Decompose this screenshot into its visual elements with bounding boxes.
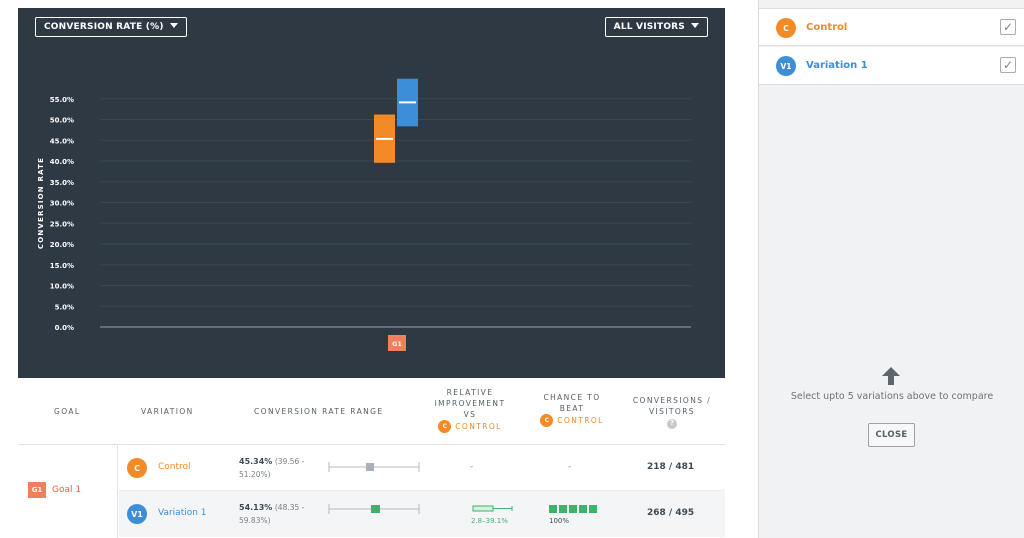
goal-marker-label: G1	[392, 340, 402, 348]
header-chance-reference: C CONTROL	[540, 414, 603, 427]
compare-item-control[interactable]: C Control ✓	[759, 8, 1024, 46]
y-tick-label: 0.0%	[55, 324, 74, 332]
range-bar-variation-1	[328, 504, 420, 514]
header-reference-label: CONTROL	[455, 422, 502, 431]
rate-range-start: (39.56 -	[274, 457, 305, 466]
y-tick-label: 50.0%	[50, 117, 74, 125]
checkbox-variation-1[interactable]: ✓	[1000, 57, 1016, 73]
checkbox-control[interactable]: ✓	[1000, 19, 1016, 35]
header-relative-improvement: RELATIVE IMPROVEMENT VS C CONTROL	[430, 387, 510, 433]
y-tick-label: 45.0%	[50, 137, 74, 145]
metric-dropdown-label: CONVERSION RATE (%)	[44, 22, 164, 32]
table-row-variation-1: V1 Variation 1 54.13% (48.35 - 59.83%) 2…	[119, 491, 725, 537]
goal-badge: G1	[28, 482, 46, 498]
rate-range-start: (48.35 -	[274, 503, 305, 512]
compare-label-variation-1[interactable]: Variation 1	[806, 60, 868, 71]
compare-label-control[interactable]: Control	[806, 22, 847, 33]
variation-name-variation-1[interactable]: Variation 1	[158, 508, 207, 518]
header-improvement-line3: VS	[463, 410, 477, 419]
header-reference-label: CONTROL	[557, 416, 604, 425]
rate-main: 54.13%	[239, 503, 273, 512]
variation-badge: V1	[776, 56, 796, 76]
header-chance-to-beat: CHANCE TO BEAT C CONTROL	[532, 392, 612, 427]
compare-panel: C Control ✓ V1 Variation 1 ✓ Select upto…	[758, 0, 1024, 538]
header-conversions-line1: CONVERSIONS /	[632, 396, 712, 405]
header-improvement-line2: IMPROVEMENT	[434, 399, 506, 408]
compare-hint: Select upto 5 variations above to compar…	[790, 391, 994, 402]
rate-main: 45.34%	[239, 457, 273, 466]
y-tick-label: 10.0%	[50, 283, 74, 291]
header-variation: VARIATION	[141, 407, 194, 416]
caret-down-icon	[169, 23, 178, 28]
y-tick-label: 25.0%	[50, 220, 74, 228]
improvement-variation-1: 2.8–39.1%	[471, 517, 508, 525]
header-chance-line1: CHANCE TO	[543, 393, 601, 402]
y-tick-label: 40.0%	[50, 158, 74, 166]
chance-variation-1: 100%	[549, 517, 570, 525]
conversions-variation-1: 268 / 495	[647, 508, 695, 518]
close-button[interactable]: CLOSE	[868, 423, 915, 447]
segment-dropdown-label: ALL VISITORS	[613, 22, 685, 32]
chance-squares-variation-1	[549, 505, 597, 513]
arrow-up-icon	[882, 367, 900, 385]
control-badge: C	[438, 420, 452, 433]
header-improvement-line1: RELATIVE	[446, 388, 494, 397]
segment-dropdown[interactable]: ALL VISITORS	[604, 17, 708, 37]
control-badge: C	[127, 458, 147, 478]
variation-name-control[interactable]: Control	[158, 462, 191, 472]
y-tick-label: 15.0%	[50, 262, 74, 270]
goal-1[interactable]: G1 Goal 1	[28, 482, 81, 498]
control-badge: C	[540, 414, 554, 427]
header-conversions-visitors: CONVERSIONS / VISITORS ?	[627, 395, 717, 429]
rate-range-end: 59.83%)	[239, 516, 271, 525]
range-bar-control	[328, 462, 420, 472]
goal-label: Goal 1	[52, 485, 82, 495]
compare-item-variation-1[interactable]: V1 Variation 1 ✓	[759, 47, 1024, 85]
header-conversions-line2: VISITORS	[649, 407, 695, 416]
conversions-control: 218 / 481	[647, 462, 695, 472]
help-icon[interactable]: ?	[667, 418, 677, 429]
conversion-rate-control: 45.34% (39.56 - 51.20%)	[239, 455, 321, 481]
header-improvement-reference: C CONTROL	[438, 420, 501, 433]
rate-range-end: 51.20%)	[239, 470, 271, 479]
conversion-rate-chart: 0.0% 5.0% 10.0% 15.0% 20.0% 25.0% 30.0% 35.0% 40…	[37, 78, 691, 351]
y-tick-label: 35.0%	[50, 179, 74, 187]
y-tick-label: 30.0%	[50, 200, 74, 208]
y-tick-label: 55.0%	[50, 96, 74, 104]
metric-dropdown[interactable]: CONVERSION RATE (%)	[35, 17, 187, 37]
table-header: GOAL VARIATION CONVERSION RATE RANGE REL…	[18, 378, 725, 445]
table-row-control: C Control 45.34% (39.56 - 51.20%) - - 21…	[119, 445, 725, 491]
header-conversion-rate-range: CONVERSION RATE RANGE	[254, 407, 384, 416]
caret-down-icon	[691, 23, 699, 28]
improvement-bar-variation-1	[472, 505, 513, 512]
report-page: 0.0% 5.0% 10.0% 15.0% 20.0% 25.0% 30.0% 35.0% 40…	[0, 0, 1024, 538]
y-tick-label: 5.0%	[55, 303, 74, 311]
conversion-rate-variation-1: 54.13% (48.35 - 59.83%)	[239, 501, 321, 527]
header-goal: GOAL	[54, 407, 81, 416]
control-badge: C	[776, 18, 796, 38]
y-tick-label: 20.0%	[50, 241, 74, 249]
results-table: GOAL VARIATION CONVERSION RATE RANGE REL…	[18, 378, 725, 538]
variation-badge: V1	[127, 504, 147, 524]
improvement-control: -	[470, 462, 474, 472]
chance-control: -	[568, 462, 572, 472]
header-chance-line2: BEAT	[559, 404, 585, 413]
chart-panel: 0.0% 5.0% 10.0% 15.0% 20.0% 25.0% 30.0% 35.0% 40…	[18, 8, 725, 378]
y-axis-label: CONVERSION RATE	[37, 157, 45, 249]
